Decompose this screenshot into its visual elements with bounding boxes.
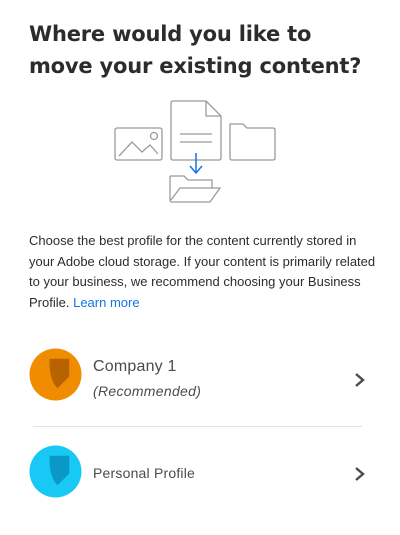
- image-icon: [114, 127, 163, 161]
- page-title: Where would you like to move your existi…: [29, 22, 362, 78]
- divider: [33, 426, 362, 427]
- chevron-right-icon: [355, 373, 365, 387]
- open-folder-icon: [169, 175, 222, 203]
- document-icon: [170, 100, 222, 161]
- chevron-right-icon: [355, 467, 365, 481]
- profile-recommended-label: (Recommended): [93, 383, 202, 399]
- profile-option-personal[interactable]: Personal Profile: [29, 445, 374, 505]
- move-content-illustration: [114, 100, 276, 203]
- folder-icon: [229, 123, 276, 161]
- learn-more-link[interactable]: Learn more: [73, 295, 139, 310]
- personal-avatar: [29, 445, 82, 498]
- company-avatar: [29, 348, 82, 401]
- profile-name: Personal Profile: [93, 465, 196, 481]
- profile-option-company-1[interactable]: Company 1 (Recommended): [29, 348, 374, 408]
- profile-name: Company 1: [93, 358, 177, 375]
- description: Choose the best profile for the content …: [29, 231, 379, 313]
